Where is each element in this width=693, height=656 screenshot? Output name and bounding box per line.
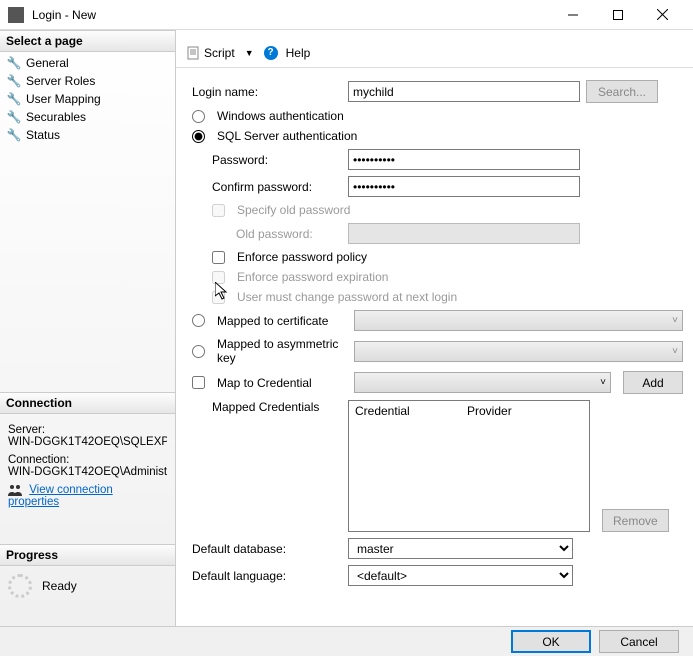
mapped-certificate-label: Mapped to certificate bbox=[217, 314, 348, 328]
help-icon: ? bbox=[264, 46, 278, 60]
sidebar-item-general[interactable]: 🔧 General bbox=[0, 54, 175, 72]
credential-column-header: Credential bbox=[355, 404, 467, 418]
enforce-password-policy-checkbox[interactable] bbox=[212, 251, 225, 264]
progress-status: Ready bbox=[42, 579, 77, 593]
map-to-credential-checkbox[interactable] bbox=[192, 376, 205, 389]
must-change-password-label: User must change password at next login bbox=[237, 290, 457, 304]
dialog-footer: OK Cancel bbox=[0, 626, 693, 656]
progress-body: Ready bbox=[0, 566, 175, 606]
specify-old-password-label: Specify old password bbox=[237, 203, 350, 217]
default-database-label: Default database: bbox=[192, 542, 342, 556]
view-connection-properties-link[interactable]: View connection properties bbox=[8, 484, 113, 508]
remove-button[interactable]: Remove bbox=[602, 509, 669, 532]
map-to-credential-label: Map to Credential bbox=[217, 376, 348, 390]
enforce-password-policy-label: Enforce password policy bbox=[237, 250, 367, 264]
mapped-certificate-radio[interactable] bbox=[192, 314, 205, 327]
connection-body: Server: WIN-DGGK1T42OEQ\SQLEXPRESS Conne… bbox=[0, 414, 175, 514]
specify-old-password-checkbox bbox=[212, 204, 225, 217]
help-button[interactable]: Help bbox=[286, 46, 311, 60]
wrench-icon: 🔧 bbox=[8, 93, 20, 105]
page-label: Status bbox=[26, 128, 60, 142]
search-button[interactable]: Search... bbox=[586, 80, 658, 103]
window-title: Login - New bbox=[32, 8, 96, 22]
provider-column-header: Provider bbox=[467, 404, 512, 418]
old-password-input bbox=[348, 223, 580, 244]
default-database-select[interactable]: master bbox=[348, 538, 573, 559]
progress-spinner-icon bbox=[8, 574, 32, 598]
sidebar-item-server-roles[interactable]: 🔧 Server Roles bbox=[0, 72, 175, 90]
add-button[interactable]: Add bbox=[623, 371, 683, 394]
sidebar-item-user-mapping[interactable]: 🔧 User Mapping bbox=[0, 90, 175, 108]
login-name-input[interactable] bbox=[348, 81, 580, 102]
mapped-credentials-label: Mapped Credentials bbox=[192, 400, 342, 414]
asymmetric-key-combo: ˅ bbox=[354, 341, 683, 362]
select-page-header: Select a page bbox=[0, 30, 175, 52]
close-button[interactable] bbox=[640, 1, 685, 29]
enforce-password-expiration-label: Enforce password expiration bbox=[237, 270, 388, 284]
page-label: Server Roles bbox=[26, 74, 95, 88]
page-list: 🔧 General 🔧 Server Roles 🔧 User Mapping … bbox=[0, 52, 175, 146]
wrench-icon: 🔧 bbox=[8, 129, 20, 141]
form: Login name: Search... Windows authentica… bbox=[176, 68, 693, 626]
chevron-down-icon: ˅ bbox=[600, 377, 606, 388]
mapped-credentials-list[interactable]: Credential Provider bbox=[348, 400, 590, 532]
minimize-button[interactable] bbox=[550, 1, 595, 29]
sql-auth-label: SQL Server authentication bbox=[217, 129, 357, 143]
page-label: Securables bbox=[26, 110, 86, 124]
cancel-button[interactable]: Cancel bbox=[599, 630, 679, 653]
connection-value: WIN-DGGK1T42OEQ\Administrator bbox=[8, 466, 167, 478]
server-label: Server: bbox=[8, 424, 167, 436]
wrench-icon: 🔧 bbox=[8, 75, 20, 87]
enforce-password-expiration-checkbox bbox=[212, 271, 225, 284]
wrench-icon: 🔧 bbox=[8, 111, 20, 123]
page-label: User Mapping bbox=[26, 92, 101, 106]
windows-auth-label: Windows authentication bbox=[217, 109, 344, 123]
sidebar: Select a page 🔧 General 🔧 Server Roles 🔧… bbox=[0, 30, 176, 626]
credential-combo[interactable]: ˅ bbox=[354, 372, 611, 393]
page-label: General bbox=[26, 56, 69, 70]
mapped-asymmetric-key-radio[interactable] bbox=[192, 345, 205, 358]
script-dropdown-icon[interactable]: ▼ bbox=[245, 48, 254, 58]
progress-header: Progress bbox=[0, 544, 175, 566]
old-password-label: Old password: bbox=[236, 227, 342, 241]
password-label: Password: bbox=[212, 153, 342, 167]
sidebar-item-securables[interactable]: 🔧 Securables bbox=[0, 108, 175, 126]
content-area: Script ▼ ? Help Login name: Search... Wi… bbox=[176, 30, 693, 626]
ok-button[interactable]: OK bbox=[511, 630, 591, 653]
mapped-asymmetric-key-label: Mapped to asymmetric key bbox=[217, 337, 348, 365]
people-icon bbox=[8, 484, 22, 496]
chevron-down-icon: ˅ bbox=[672, 315, 678, 326]
default-language-select[interactable]: <default> bbox=[348, 565, 573, 586]
sidebar-item-status[interactable]: 🔧 Status bbox=[0, 126, 175, 144]
default-language-label: Default language: bbox=[192, 569, 342, 583]
script-button[interactable]: Script bbox=[204, 46, 235, 60]
login-name-label: Login name: bbox=[192, 85, 342, 99]
must-change-password-checkbox bbox=[212, 291, 225, 304]
sql-auth-radio[interactable] bbox=[192, 130, 205, 143]
title-bar: Login - New bbox=[0, 0, 693, 30]
maximize-button[interactable] bbox=[595, 1, 640, 29]
toolbar: Script ▼ ? Help bbox=[176, 38, 693, 68]
app-icon bbox=[8, 7, 24, 23]
certificate-combo: ˅ bbox=[354, 310, 683, 331]
connection-header: Connection bbox=[0, 392, 175, 414]
password-input[interactable] bbox=[348, 149, 580, 170]
wrench-icon: 🔧 bbox=[8, 57, 20, 69]
chevron-down-icon: ˅ bbox=[672, 346, 678, 357]
script-icon bbox=[186, 46, 200, 60]
connection-label: Connection: bbox=[8, 454, 167, 466]
confirm-password-label: Confirm password: bbox=[212, 180, 342, 194]
server-value: WIN-DGGK1T42OEQ\SQLEXPRESS bbox=[8, 436, 167, 448]
confirm-password-input[interactable] bbox=[348, 176, 580, 197]
windows-auth-radio[interactable] bbox=[192, 110, 205, 123]
